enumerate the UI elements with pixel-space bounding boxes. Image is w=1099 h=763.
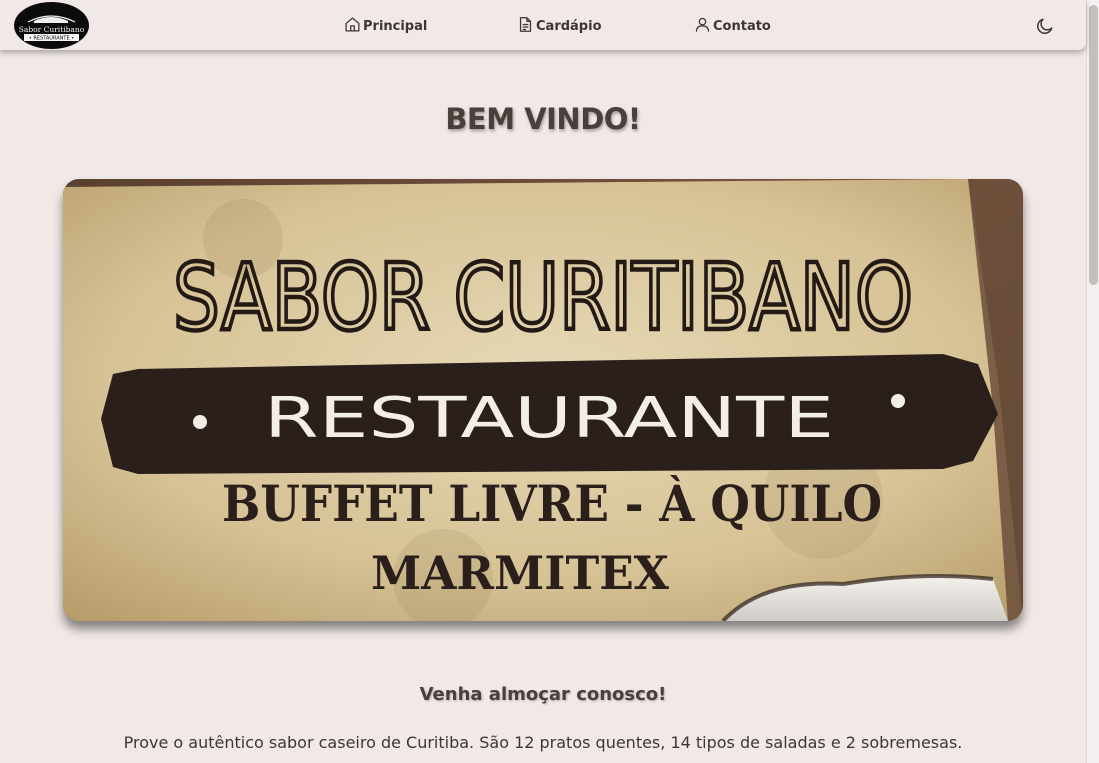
page-title: BEM VINDO! [445, 102, 641, 136]
home-icon [344, 16, 361, 37]
section-subtitle: Venha almoçar conosco! [419, 684, 667, 705]
nav-label-principal: Principal [363, 18, 428, 34]
banner-brand-text: SABOR CURITIBANO [173, 244, 913, 351]
banner-line2-text: MARMITEX [371, 546, 669, 600]
nav-principal[interactable]: Principal [344, 16, 427, 36]
hero-banner-image: SABOR CURITIBANO RESTAURANTE BUFFET LIVR… [63, 179, 1023, 621]
document-icon [517, 16, 534, 37]
logo[interactable]: Sabor Curitibano • RESTAURANTE • [14, 2, 89, 49]
navbar: Sabor Curitibano • RESTAURANTE • Princip… [0, 0, 1086, 50]
section-description: Prove o autêntico sabor caseiro de Curit… [123, 733, 963, 752]
page-scrollbar[interactable] [1086, 0, 1099, 763]
banner-line1-text: BUFFET LIVRE - À QUILO [222, 474, 882, 533]
nav-label-contato: Contato [713, 18, 771, 34]
nav-cardapio[interactable]: Cardápio [517, 16, 602, 36]
nav-contato[interactable]: Contato [694, 16, 771, 36]
theme-toggle-button[interactable] [1035, 16, 1055, 36]
scrollbar-thumb[interactable] [1089, 5, 1098, 285]
nav-label-cardapio: Cardápio [536, 18, 602, 34]
logo-subtitle: • RESTAURANTE • [29, 36, 74, 42]
moon-icon [1035, 18, 1055, 40]
banner-ribbon-text: RESTAURANTE [264, 386, 834, 451]
user-icon [694, 16, 711, 37]
logo-brand: Sabor Curitibano [19, 25, 85, 34]
